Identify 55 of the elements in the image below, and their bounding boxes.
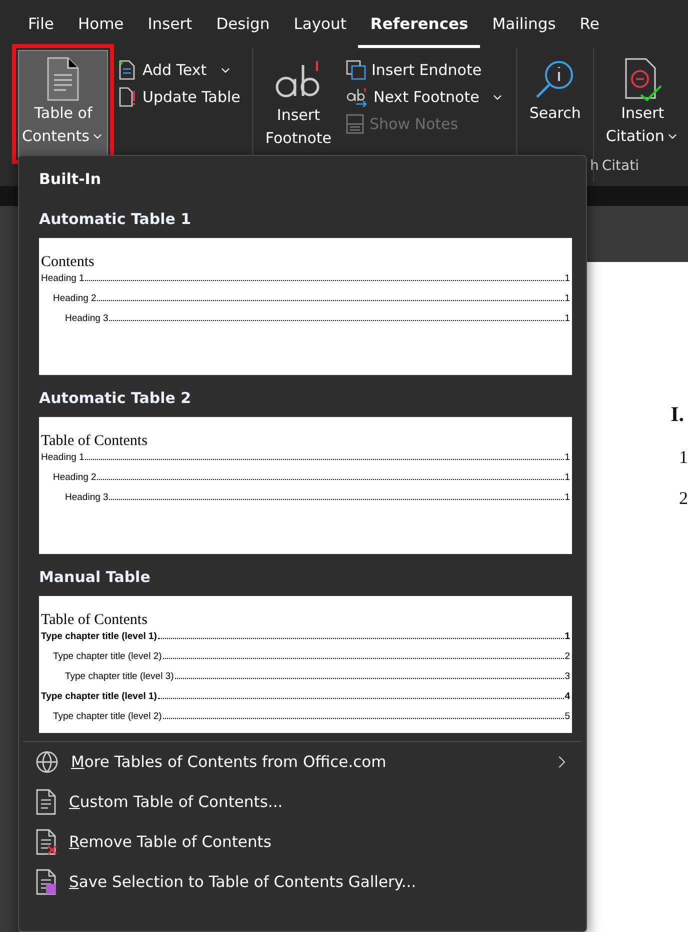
preview-title: Contents bbox=[41, 254, 96, 271]
toc-preview-entry: Heading 3 1 bbox=[64, 492, 570, 505]
document-remove-icon bbox=[35, 829, 57, 855]
add-text-icon bbox=[118, 60, 136, 80]
group-label: Citati bbox=[602, 158, 640, 176]
ribbon-small-button[interactable]: Next Footnote bbox=[342, 85, 508, 109]
document-icon bbox=[35, 789, 57, 815]
toc-preview-entry: Type chapter title (level 3) 3 bbox=[64, 671, 570, 684]
toc-preview-entry: Heading 2 1 bbox=[52, 293, 570, 306]
toc-preview-entry: Heading 3 1 bbox=[64, 313, 570, 326]
ribbon-tab[interactable]: Insert bbox=[136, 0, 204, 48]
document-text: 1 bbox=[679, 447, 688, 468]
ribbon-tab[interactable]: Mailings bbox=[480, 0, 568, 48]
next-footnote-icon bbox=[346, 87, 368, 107]
ribbon-tab[interactable]: Re bbox=[568, 0, 612, 48]
gallery-title: Automatic Table 2 bbox=[38, 388, 192, 409]
ribbon-tab[interactable]: Layout bbox=[282, 0, 358, 48]
toc-preview-entry: Type chapter title (level 2) 5 bbox=[52, 711, 570, 724]
toc-preview[interactable]: Table of Contents Heading 1 1 Heading 2 1 Heading 3 1 bbox=[39, 417, 572, 554]
ribbon-tab[interactable]: File bbox=[16, 0, 66, 48]
ribbon-tab[interactable]: Home bbox=[66, 0, 136, 48]
document-text: I. bbox=[670, 402, 684, 427]
menu-item[interactable]: Custom Table of Contents... bbox=[19, 782, 586, 822]
notes-icon bbox=[346, 114, 364, 134]
gallery-title: Automatic Table 1 bbox=[38, 209, 192, 230]
ribbon-small-button[interactable]: Add Text bbox=[114, 58, 244, 82]
menu-item[interactable]: More Tables of Contents from Office.com bbox=[19, 742, 586, 782]
preview-title: Table of Contents bbox=[41, 433, 148, 450]
document-save-icon bbox=[35, 869, 57, 895]
document-icon bbox=[46, 57, 80, 101]
toc-preview[interactable]: Contents Heading 1 1 Heading 2 1 Heading 3 1 bbox=[39, 238, 572, 375]
document-text: 2 bbox=[679, 488, 688, 509]
toc-preview-entry: Type chapter title (level 1) 1 bbox=[41, 631, 570, 644]
endnote-icon bbox=[346, 60, 366, 80]
ribbon-large-button[interactable]: Insert Footnote bbox=[261, 50, 336, 158]
section-header: Built-In bbox=[38, 169, 102, 190]
toc-preview-entry: Type chapter title (level 2) 2 bbox=[52, 651, 570, 664]
toc-preview-entry: Type chapter title (level 1) 4 bbox=[41, 691, 570, 704]
toc-preview-entry: Heading 1 1 bbox=[41, 452, 570, 465]
group-label: h bbox=[589, 158, 599, 176]
citation-icon bbox=[622, 57, 663, 101]
toc-preview-entry: Heading 1 1 bbox=[41, 273, 570, 286]
ribbon-large-button[interactable]: Insert Citation bbox=[602, 50, 684, 158]
menu-item[interactable]: Remove Table of Contents bbox=[19, 822, 586, 862]
preview-title: Table of Contents bbox=[41, 612, 148, 629]
ribbon-tab[interactable]: Design bbox=[204, 0, 282, 48]
ribbon-small-button[interactable]: Insert Endnote bbox=[342, 58, 508, 82]
toc-preview-entry: Heading 2 1 bbox=[52, 472, 570, 485]
gallery-title: Manual Table bbox=[38, 567, 152, 588]
update-table-icon bbox=[118, 87, 136, 107]
toc-preview[interactable]: Table of Contents Type chapter title (level 1) 1 Type chapter title (level 2) 2 Type chapter title (level 3) 3 Type chapter title (level 1) 4 Type chapter title (level 2) 5 bbox=[39, 596, 572, 733]
ribbon-small-button[interactable]: Update Table bbox=[114, 85, 244, 109]
menu-item[interactable]: Save Selection to Table of Contents Gallery... bbox=[19, 862, 586, 902]
globe-icon bbox=[35, 750, 59, 774]
ribbon-large-button[interactable]: Search bbox=[525, 50, 585, 158]
